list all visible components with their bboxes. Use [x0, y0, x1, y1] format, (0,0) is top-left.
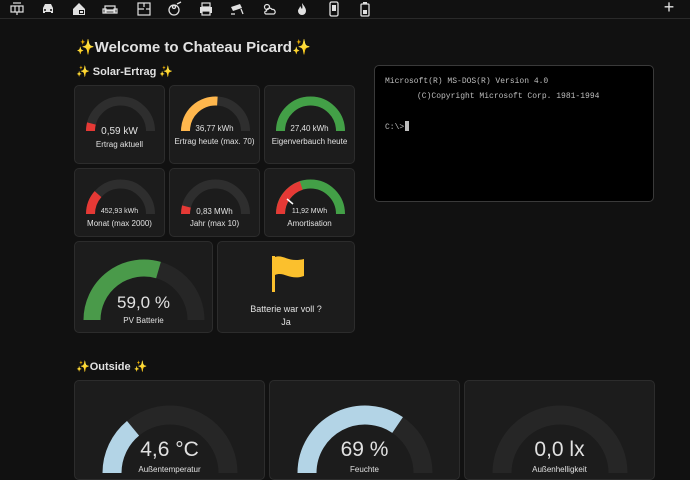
battery-full-title: Batterie war voll ? [250, 304, 322, 314]
page-title: ✨Welcome to Chateau Picard✨ [76, 39, 311, 56]
terminal-prompt: C:\> [385, 121, 410, 132]
gauge-card-amortisation[interactable]: 11,92 MWh Amortisation [264, 168, 355, 237]
car-icon[interactable] [40, 1, 56, 17]
terminal-prompt-text: C:\> [385, 123, 405, 132]
cctv-icon[interactable] [229, 1, 245, 17]
solar-panel-icon[interactable] [9, 1, 25, 17]
gauge-card-monat[interactable]: 452,93 kWh Monat (max 2000) [74, 168, 165, 237]
battery-full-value: Ja [281, 317, 291, 327]
gauge-value: 0,0 lx [534, 438, 585, 461]
gauge-card-ertrag-aktuell[interactable]: 0,59 kW Ertrag aktuell [74, 85, 165, 164]
add-button[interactable]: + [662, 0, 676, 16]
terminal-cursor [405, 121, 410, 131]
phone-icon[interactable] [326, 1, 342, 17]
gauge-card-aussentemperatur[interactable]: 4,6 °C Außentemperatur [74, 380, 265, 480]
gauge [86, 96, 155, 132]
top-navigation-bar: + [0, 0, 690, 19]
outside-section-title: ✨Outside ✨ [76, 361, 148, 373]
gauge-value: 36,77 kWh [195, 124, 234, 133]
battery-full-status-card[interactable]: Batterie war voll ? Ja [217, 241, 355, 333]
gauge-card-ertrag-heute[interactable]: 36,77 kWh Ertrag heute (max. 70) [169, 85, 260, 164]
battery-icon[interactable] [357, 1, 373, 17]
gauge-value: 27,40 kWh [290, 124, 329, 133]
gauge-label: Feuchte [350, 465, 379, 474]
gauge-value: 0,59 kW [101, 126, 138, 137]
gauge-value: 452,93 kWh [100, 208, 139, 215]
gauge-value: 4,6 °C [140, 438, 199, 461]
gauge-value: 11,92 MWh [291, 208, 328, 215]
gauge-value: 69 % [340, 438, 389, 461]
gauge-label: Ertrag heute (max. 70) [174, 137, 255, 146]
terminal-line: (C)Copyright Microsoft Corp. 1981-1994 [417, 92, 600, 101]
gauge-value: 0,83 MWh [196, 207, 233, 216]
floorplan-icon[interactable] [136, 1, 152, 17]
robot-vacuum-icon[interactable] [167, 1, 183, 17]
fire-icon[interactable] [294, 1, 310, 17]
gauge-card-aussenhelligkeit[interactable]: 0,0 lx Außenhelligkeit [464, 380, 655, 480]
sofa-icon[interactable] [102, 1, 118, 17]
gauge-label: Ertrag aktuell [95, 140, 144, 149]
terminal-line: Microsoft(R) MS-DOS(R) Version 4.0 [385, 77, 549, 86]
printer-icon[interactable] [198, 1, 214, 17]
gauge-label: Monat (max 2000) [87, 219, 152, 228]
weather-icon[interactable] [261, 1, 277, 17]
gauge-label: Außentemperatur [138, 465, 201, 474]
terminal-card[interactable]: Microsoft(R) MS-DOS(R) Version 4.0 (C)Co… [374, 65, 654, 202]
gauge-label: Außenhelligkeit [532, 465, 587, 474]
gauge-value: 59,0 % [117, 293, 170, 312]
gauge-label: Amortisation [287, 219, 332, 228]
solar-section-title: ✨ Solar-Ertrag ✨ [76, 66, 174, 78]
gauge-label: Eigenverbauch heute [271, 137, 348, 146]
gauge-card-eigenverbrauch[interactable]: 27,40 kWh Eigenverbauch heute [264, 85, 355, 164]
gauge-card-pv-batterie[interactable]: 59,0 % PV Batterie [74, 241, 213, 333]
gauge-label: PV Batterie [123, 316, 164, 325]
gauge-label: Jahr (max 10) [189, 219, 240, 228]
flag-icon [272, 256, 304, 292]
gauge-card-feuchte[interactable]: 69 % Feuchte [269, 380, 460, 480]
gauge-card-jahr[interactable]: 0,83 MWh Jahr (max 10) [169, 168, 260, 237]
home-lock-icon[interactable] [71, 1, 87, 17]
